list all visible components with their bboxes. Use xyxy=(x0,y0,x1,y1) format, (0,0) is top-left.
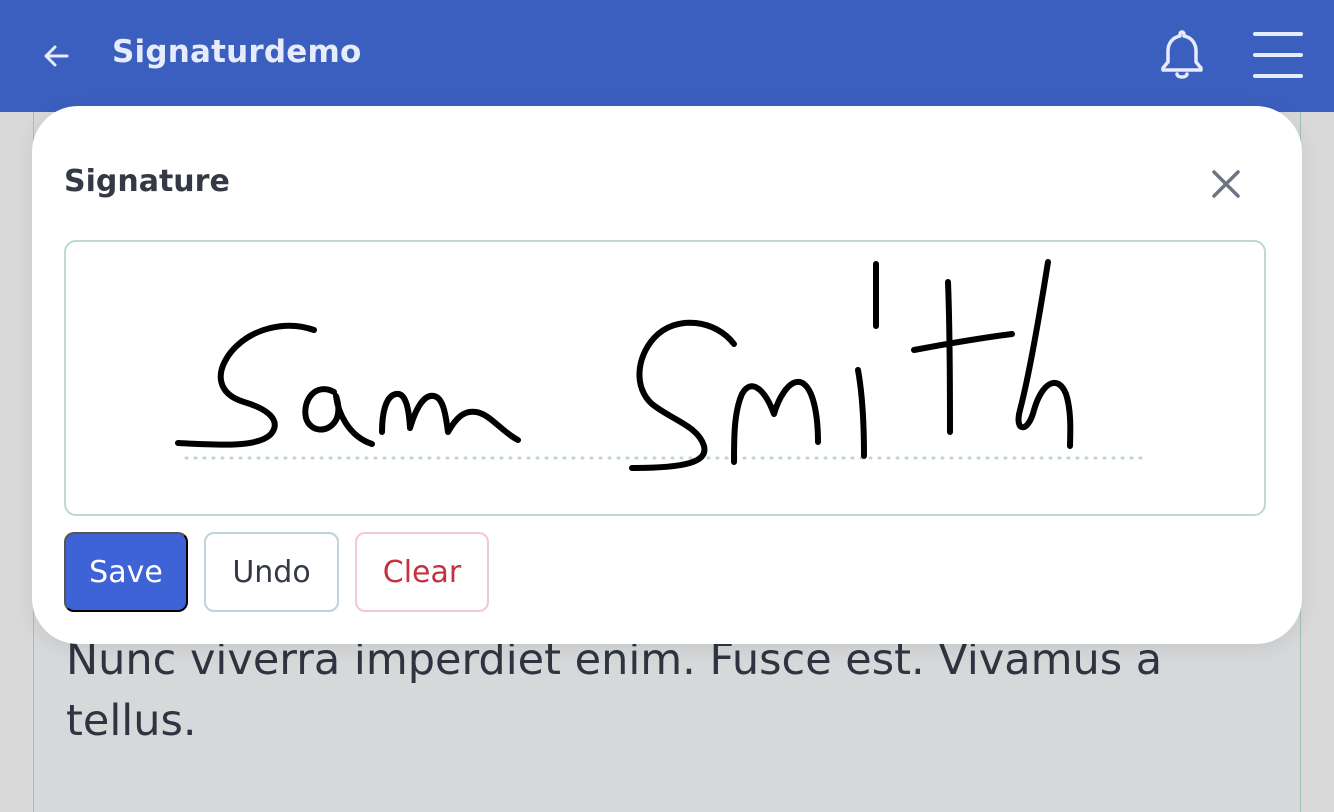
back-button[interactable] xyxy=(38,38,74,74)
app-bar: Signaturdemo xyxy=(0,0,1334,112)
save-button[interactable]: Save xyxy=(64,532,188,612)
close-button[interactable] xyxy=(1206,164,1246,204)
signature-stroke xyxy=(175,322,317,448)
signature-stroke xyxy=(379,390,521,443)
hamburger-menu-icon xyxy=(1253,32,1303,78)
close-icon xyxy=(1212,170,1240,198)
bell-icon xyxy=(1161,30,1203,79)
signature-modal: Signature Save Undo Clear xyxy=(32,106,1302,644)
notifications-button[interactable] xyxy=(1158,28,1206,82)
modal-title: Signature xyxy=(64,164,230,199)
undo-button[interactable]: Undo xyxy=(204,532,339,612)
signature-stroke xyxy=(855,367,867,459)
clear-button[interactable]: Clear xyxy=(355,532,489,612)
signature-stroke xyxy=(731,378,821,465)
signature-stroke xyxy=(911,279,1015,435)
signature-stroke xyxy=(629,319,737,471)
signature-drawing xyxy=(175,259,1143,471)
menu-button[interactable] xyxy=(1252,30,1304,80)
page-title: Signaturdemo xyxy=(112,34,362,70)
page-body-text: Nunc viverra imperdiet enim. Fusce est. … xyxy=(66,635,1163,746)
signature-stroke xyxy=(1015,259,1074,449)
signature-pad[interactable] xyxy=(64,240,1266,516)
arrow-left-icon xyxy=(44,45,69,67)
signature-stroke xyxy=(302,386,375,447)
